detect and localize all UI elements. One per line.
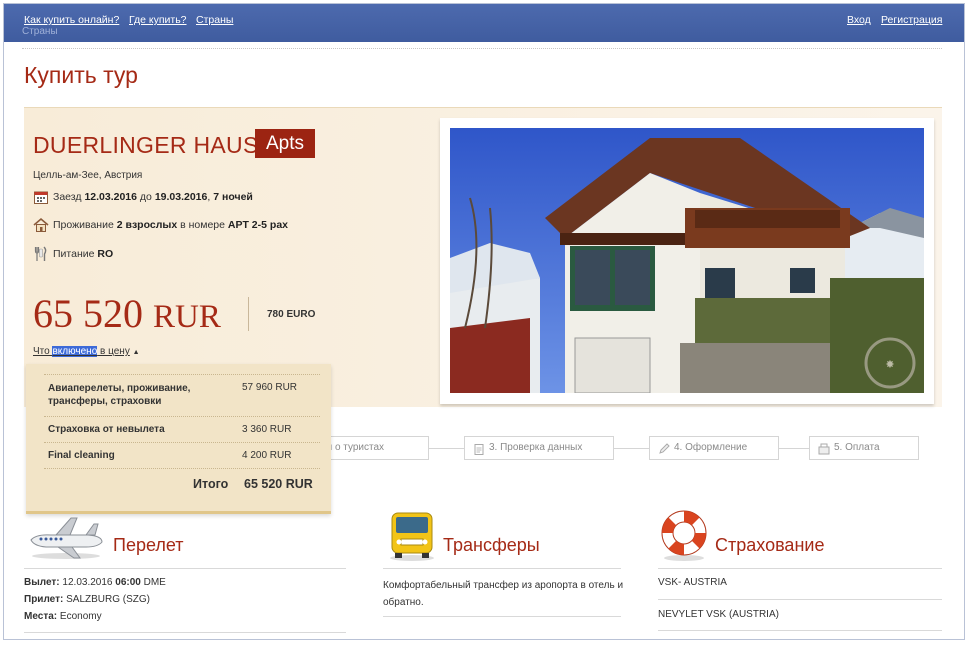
total-label: Итого [193,477,229,491]
step-registration[interactable]: 4. Оформление [649,436,779,460]
bus-icon [386,509,438,561]
breakdown-value: 57 960 RUR [242,382,298,393]
countries-link[interactable]: Страны [196,14,233,26]
transfer-title: Трансферы [443,535,540,555]
lifebuoy-icon [658,507,710,561]
seats-label: Места: [24,611,58,622]
top-navigation-bar: Как купить онлайн? Где купить? Страны Вх… [4,4,964,42]
step-label: 3. Проверка данных [489,442,583,453]
nights-count: 7 ночей [213,191,253,203]
divider [383,568,621,569]
breadcrumb[interactable]: Страны [22,26,58,37]
divider [22,48,942,49]
breakdown-row: Final cleaning 4 200 RUR [44,442,320,468]
meal-plan: RO [97,248,114,260]
page-title: Купить тур [24,62,138,88]
insurance-item: NEVYLET VSK (AUSTRIA) [658,609,779,620]
dates-row: Заезд 12.03.2016 до 19.03.2016, 7 ночей [33,189,253,205]
breakdown-row: Авиаперелеты, проживание, трансферы, стр… [44,374,320,416]
divider [24,632,346,633]
breakdown-value: 3 360 RUR [242,424,292,435]
included-link-highlight: включено [52,346,98,357]
divider [44,468,320,469]
included-link-post: в цену [97,346,130,357]
price-amount: 65 520 [33,291,143,336]
fork-knife-icon [33,246,49,262]
browser-viewport: Как купить онлайн? Где купить? Страны Вх… [3,3,965,640]
price-currency: RUR [153,299,221,335]
breakdown-label: Final cleaning [48,450,115,461]
hotel-photo-frame: ✸ [440,118,934,404]
step-label: 4. Оформление [674,442,748,453]
transfer-description: Комфортабельный трансфер из аропорта в о… [383,580,624,608]
divider [24,568,346,569]
step-payment[interactable]: 5. Оплата [809,436,919,460]
meal-row: Питание RO [33,246,113,262]
caret-up-icon: ▲ [132,349,140,356]
calendar-icon [33,189,49,205]
divider [248,297,249,331]
included-link-pre: Что [33,346,53,357]
svg-text:✸: ✸ [885,359,894,371]
insurance-title: Страхование [715,535,825,555]
register-icon [818,442,830,455]
departure-airport: DME [143,577,166,588]
price-euro: 780 EURO [267,309,316,320]
seats-info: Места: Economy [24,611,102,622]
divider [658,568,942,569]
arrival-info: Прилет: SALZBURG (SZG) [24,594,150,605]
airplane-icon [26,514,106,560]
departure-label: Вылет: [24,577,60,588]
register-link[interactable]: Регистрация [881,14,942,26]
clipboard-icon [473,442,485,455]
divider [383,616,621,617]
category-badge: Apts [255,129,316,158]
arrival-label: Прилет: [24,594,64,605]
breakdown-row: Страховка от невылета 3 360 RUR [44,416,320,442]
insurance-item: VSK- AUSTRIA [658,577,727,588]
accommodation-label: Проживание [53,219,114,231]
hotel-name[interactable]: DUERLINGER HAUS [33,132,259,159]
checkout-date: 19.03.2016 [154,191,208,203]
step-check-data[interactable]: 3. Проверка данных [464,436,614,460]
login-link[interactable]: Вход [847,14,871,26]
seats-value: Economy [59,611,102,622]
accommodation-row: Проживание 2 взрослых в номере APT 2-5 p… [33,217,288,233]
breakdown-label: Авиаперелеты, проживание, трансферы, стр… [48,383,191,407]
hotel-location: Целль-ам-Зее, Австрия [33,170,143,181]
divider [658,630,942,631]
checkin-date: 12.03.2016 [84,191,137,203]
step-label: 5. Оплата [834,442,880,453]
divider [658,599,942,600]
room-type: APT 2-5 pax [227,219,288,231]
to-label: до [139,191,152,203]
price-breakdown-dropdown: Авиаперелеты, проживание, трансферы, стр… [26,364,331,514]
divider [614,448,649,449]
total-price: 65 520 RUR [33,290,221,337]
flight-title: Перелет [113,535,184,555]
departure-date: 12.03.2016 [62,577,113,588]
departure-time: 06:00 [115,577,141,588]
whats-included-toggle[interactable]: Что включено в цену ▲ [33,346,140,357]
total-value: 65 520 RUR [244,477,313,491]
breakdown-value: 4 200 RUR [242,450,292,461]
how-to-buy-link[interactable]: Как купить онлайн? [24,14,119,26]
breakdown-label: Страховка от невылета [48,424,165,435]
checkin-label: Заезд [53,191,82,203]
divider [429,448,464,449]
house-icon [33,217,49,233]
hotel-photo[interactable]: ✸ [450,128,924,393]
pencil-icon [658,442,670,454]
meal-label: Питание [53,248,95,260]
arrival-value: SALZBURG (SZG) [66,594,151,605]
guests-count: 2 взрослых [116,219,178,231]
departure-info: Вылет: 12.03.2016 06:00 DME [24,577,166,588]
room-label: в номере [180,219,225,231]
divider [779,448,809,449]
where-to-buy-link[interactable]: Где купить? [129,14,187,26]
